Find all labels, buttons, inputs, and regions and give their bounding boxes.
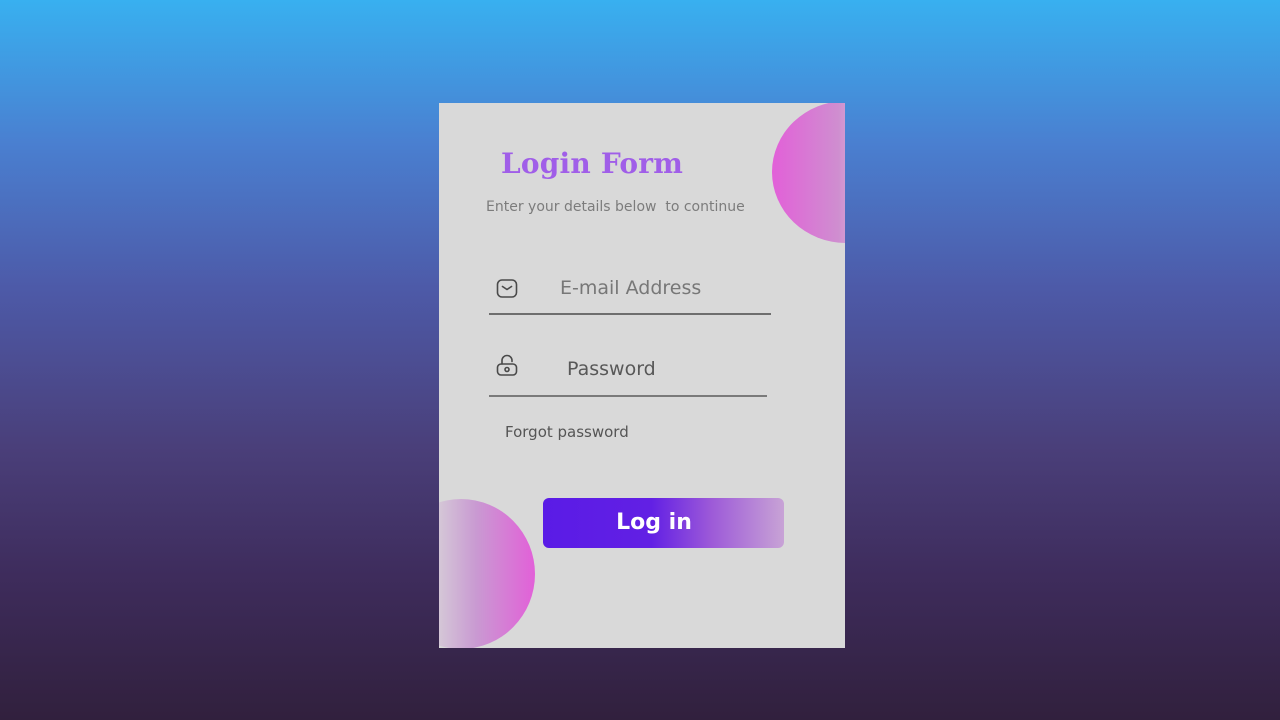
lock-icon [495,353,519,377]
login-card: Login Form Enter your details below to c… [439,103,845,648]
login-button[interactable]: Log in [543,498,784,548]
mail-icon [495,277,519,301]
decorative-blob-top [772,103,845,243]
login-button-label: Log in [616,510,692,535]
forgot-password-link[interactable]: Forgot password [505,423,629,441]
password-field[interactable] [489,347,767,397]
form-title: Login Form [501,147,684,180]
password-input[interactable] [567,358,757,380]
email-field[interactable] [489,267,771,315]
email-input[interactable] [560,277,750,299]
decorative-blob-bottom [439,499,535,648]
form-subtitle: Enter your details below to continue [486,199,745,215]
